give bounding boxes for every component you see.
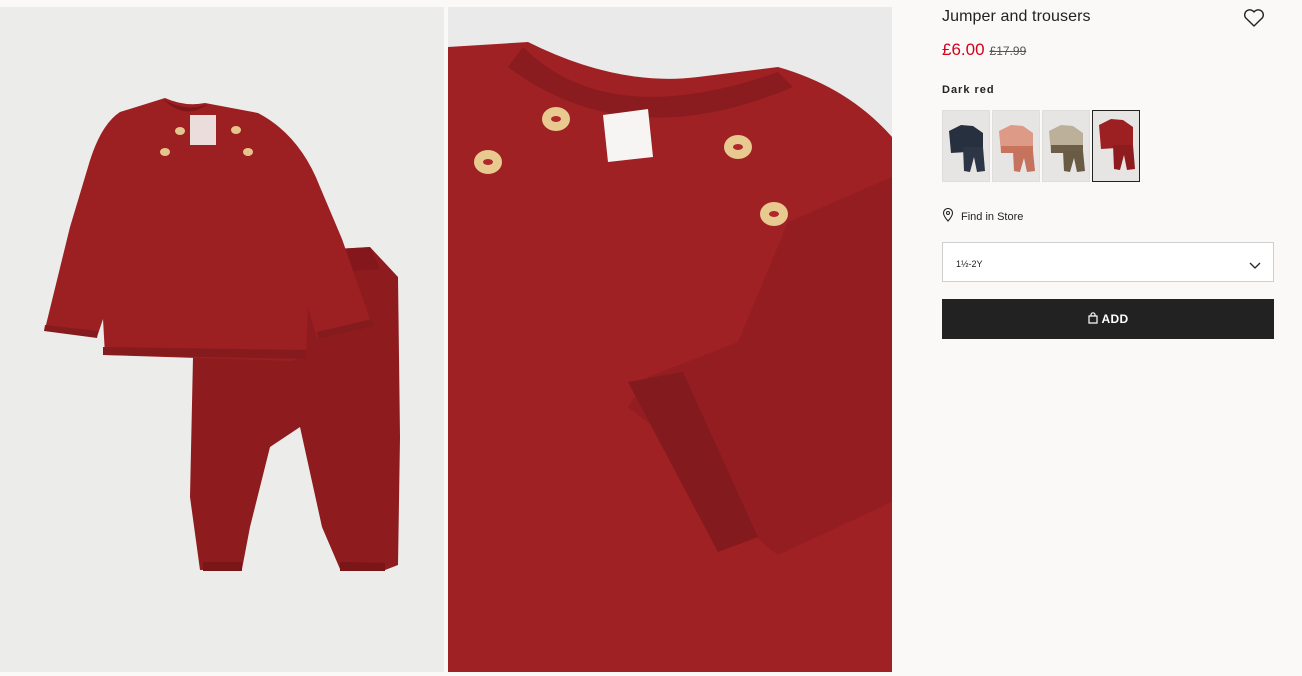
selected-color-label: Dark red (942, 84, 995, 96)
add-to-bag-button[interactable]: ADD (942, 299, 1274, 339)
swatch-beige[interactable] (1042, 110, 1090, 182)
product-image-detail[interactable] (448, 7, 892, 672)
original-price: £17.99 (989, 44, 1027, 58)
swatch-pink[interactable] (992, 110, 1040, 182)
add-button-label: ADD (1101, 312, 1129, 326)
sweater-detail-illustration (448, 7, 892, 672)
size-select[interactable]: 1½-2Y (942, 242, 1274, 282)
color-swatches (942, 110, 1140, 182)
price-row: £6.00 £17.99 (942, 40, 1026, 60)
sale-price: £6.00 (942, 40, 985, 59)
product-title: Jumper and trousers (942, 8, 1091, 25)
product-image-main[interactable] (0, 7, 444, 672)
heart-icon[interactable] (1243, 8, 1265, 28)
location-pin-icon (942, 207, 954, 225)
find-in-store-link[interactable]: Find in Store (942, 207, 1024, 225)
chevron-down-icon (1249, 257, 1261, 269)
outfit-illustration (0, 7, 444, 672)
shopping-bag-icon (1087, 311, 1098, 327)
swatch-dark-red[interactable] (1092, 110, 1140, 182)
swatch-dark-blue[interactable] (942, 110, 990, 182)
find-in-store-label: Find in Store (961, 210, 1024, 223)
size-select-value: 1½-2Y (956, 259, 983, 269)
